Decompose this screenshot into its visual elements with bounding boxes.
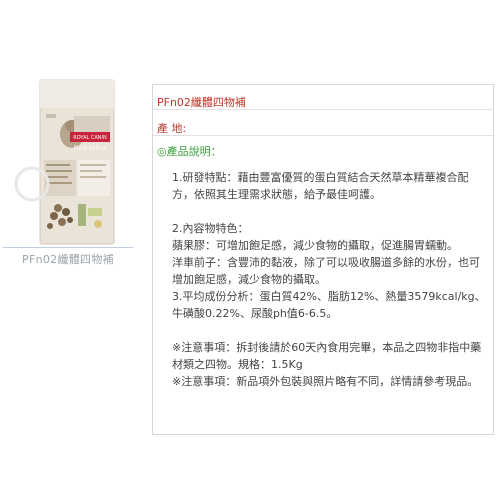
product-title: PFn02纖體四物補 [157, 96, 246, 109]
description-line: ※注意事項：拆封後請於60天內食用完畢，本品之四物非指中藥材類之四物。規格：1.… [172, 341, 482, 371]
product-line-text: Pure Feline [74, 145, 107, 152]
product-thumbnail[interactable]: ROYAL CANIN Pure Feline [14, 76, 140, 246]
description-gap [172, 322, 490, 339]
thumbnail-caption[interactable]: PFn02纖體四物補 [0, 251, 136, 267]
description-body: 1.研發特點：藉由豐富優質的蛋白質結合天然草本精華複合配方，依照其生理需求狀態，… [172, 169, 490, 390]
title-row: PFn02纖體四物補 [153, 85, 493, 110]
description-line: 洋車前子：含豐沛的黏液，除了可以吸收腸道多餘的水份，也可增加飽足感，減少食物的攝… [172, 256, 480, 286]
product-image: ROYAL CANIN Pure Feline [14, 79, 115, 245]
description-line: 3.平均成份分析：蛋白質42%、脂肪12%、熱量3579kcal/kg、牛磺酸0… [172, 290, 486, 320]
origin-label: 產 地: [157, 122, 187, 135]
thumbnail-divider [3, 247, 133, 248]
origin-row: 產 地: [153, 110, 493, 136]
description-heading: ◎產品說明： [157, 145, 222, 158]
description-gap [172, 203, 490, 220]
description-line: 1.研發特點：藉由豐富優質的蛋白質結合天然草本精華複合配方，依照其生理需求狀態，… [172, 171, 469, 201]
product-info-panel: PFn02纖體四物補 產 地: ◎產品說明： 1.研發特點：藉由豐富優質的蛋白質… [152, 84, 494, 435]
description-section: ◎產品說明： 1.研發特點：藉由豐富優質的蛋白質結合天然草本精華複合配方，依照其… [153, 136, 493, 434]
description-line: ※注意事項：新品項外包裝與照片略有不同，詳情請參考現品。 [172, 375, 479, 388]
description-line: 2.內容物特色： [172, 222, 249, 235]
brand-logo-text: ROYAL CANIN [73, 135, 107, 141]
description-line: 蘋果膠：可增加飽足感，減少食物的攝取，促進腸胃蠕動。 [172, 239, 458, 252]
